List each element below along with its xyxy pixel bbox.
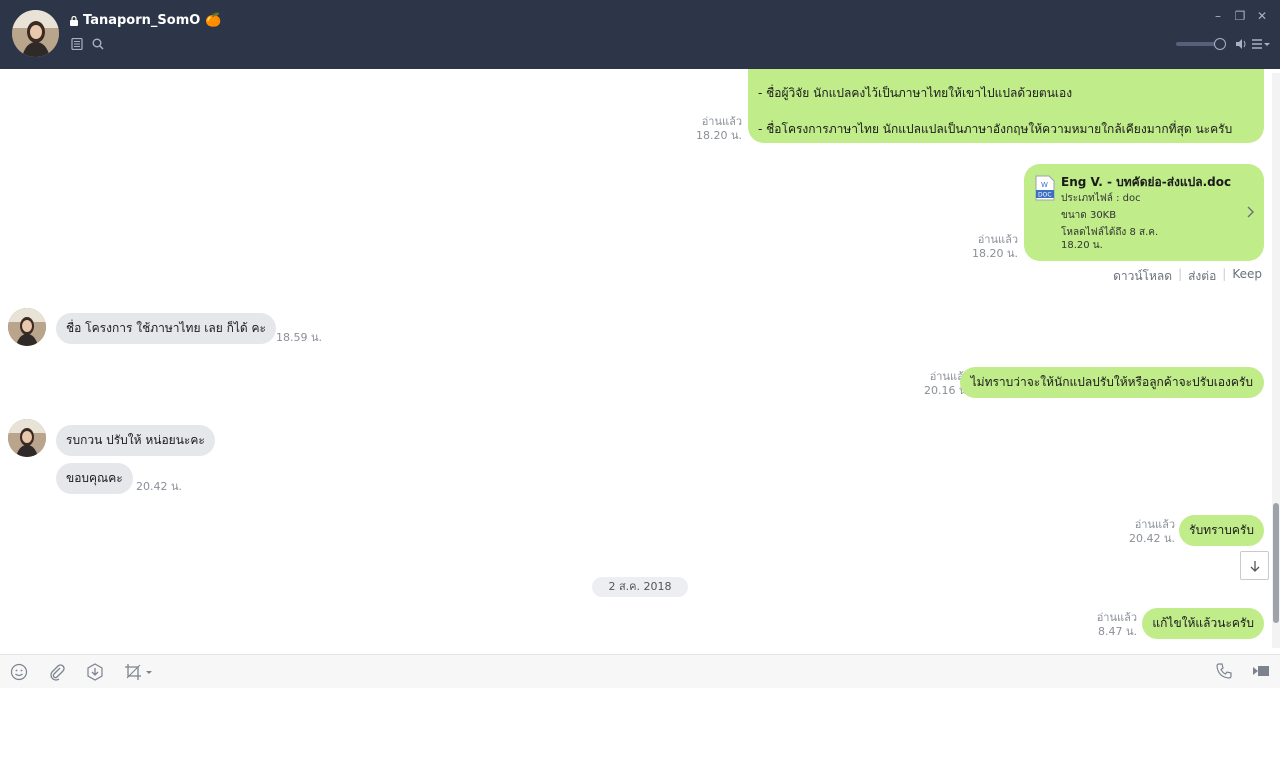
- speaker-icon[interactable]: [1235, 38, 1247, 50]
- message-text: - ชื่อโครงการภาษาไทย นักแปลแปลเป็นภาษาอั…: [758, 122, 1233, 136]
- message-bubble[interactable]: รบกวน ปรับให้ หน่อยนะคะ: [56, 425, 215, 456]
- date-divider: 2 ส.ค. 2018: [592, 577, 688, 597]
- screenshot-icon[interactable]: [124, 663, 152, 681]
- message-text: ขอบคุณคะ: [66, 471, 123, 485]
- file-type: ประเภทไฟล์ : doc: [1061, 193, 1141, 204]
- contact-avatar[interactable]: [12, 10, 59, 57]
- contact-avatar-small[interactable]: [8, 308, 46, 346]
- message-bubble[interactable]: รับทราบครับ: [1179, 515, 1264, 546]
- lock-icon: [70, 15, 78, 26]
- read-status: อ่านแล้ว: [701, 115, 742, 128]
- message-text: แก้ไขให้แล้วนะครับ: [1152, 616, 1254, 630]
- call-icon[interactable]: [1216, 663, 1232, 679]
- menu-icon[interactable]: [1252, 38, 1270, 50]
- video-call-icon[interactable]: [1252, 663, 1270, 679]
- message-text: รับทราบครับ: [1189, 523, 1254, 537]
- restore-icon[interactable]: ❐: [1234, 10, 1246, 22]
- message-bubble[interactable]: ขอบคุณคะ: [56, 463, 133, 494]
- keep-icon[interactable]: [86, 663, 104, 681]
- message-time: 20.42 น.: [136, 480, 183, 493]
- scrollbar[interactable]: [1272, 73, 1280, 648]
- close-icon[interactable]: ✕: [1256, 10, 1268, 22]
- doc-label: DOC: [1038, 192, 1052, 199]
- contact-avatar-small[interactable]: [8, 419, 46, 457]
- divider: |: [1178, 267, 1183, 281]
- message-input[interactable]: [0, 688, 1280, 760]
- message-text: ชื่อ โครงการ ใช้ภาษาไทย เลย ก็ได้ คะ: [66, 321, 266, 335]
- message-text: รบกวน ปรับให้ หน่อยนะคะ: [66, 433, 205, 447]
- arrow-down-icon: [1250, 560, 1259, 572]
- message-bubble[interactable]: แก้ไขให้แล้วนะครับ: [1142, 608, 1264, 639]
- message-time: 18.59 น.: [276, 331, 323, 344]
- chat-area: อ่านแล้ว 18.20 น. - ชื่อผู้วิจัย นักแปลค…: [0, 69, 1280, 654]
- message-bubble[interactable]: - ชื่อผู้วิจัย นักแปลคงไว้เป็นภาษาไทยให้…: [748, 69, 1264, 143]
- notes-icon[interactable]: [71, 38, 83, 50]
- chat-header: Tanaporn_SomO 🍊 – ❐ ✕: [0, 0, 1280, 69]
- file-message[interactable]: W DOC Eng V. - บทคัดย่อ-ส่งแปล.doc ประเภ…: [1024, 164, 1264, 261]
- minimize-icon[interactable]: –: [1212, 10, 1224, 22]
- title-emoji: 🍊: [205, 13, 222, 28]
- message-time: 20.42 น.: [1128, 532, 1175, 545]
- message-text: ไม่ทราบว่าจะให้นักแปลปรับให้หรือลูกค้าจะ…: [970, 375, 1253, 389]
- download-link[interactable]: ดาวน์โหลด: [1113, 267, 1172, 286]
- message-time: 18.20 น.: [971, 247, 1018, 260]
- scrollbar-thumb[interactable]: [1273, 503, 1279, 623]
- volume-knob[interactable]: [1214, 38, 1226, 50]
- attach-icon[interactable]: [48, 663, 66, 681]
- volume-slider[interactable]: [1176, 38, 1226, 50]
- scroll-to-bottom-button[interactable]: [1240, 551, 1269, 580]
- message-text: - ชื่อผู้วิจัย นักแปลคงไว้เป็นภาษาไทยให้…: [758, 86, 1073, 100]
- divider: |: [1222, 267, 1227, 281]
- forward-link[interactable]: ส่งต่อ: [1188, 267, 1216, 286]
- input-toolbar: [0, 654, 1280, 689]
- search-icon[interactable]: [92, 38, 104, 50]
- read-status: อ่านแล้ว: [1134, 518, 1175, 531]
- message-bubble[interactable]: ไม่ทราบว่าจะให้นักแปลปรับให้หรือลูกค้าจะ…: [959, 367, 1264, 398]
- file-expiry-time: 18.20 น.: [1061, 240, 1103, 251]
- file-size: ขนาด 30KB: [1061, 210, 1117, 221]
- doc-file-icon: W DOC: [1035, 175, 1055, 201]
- chevron-right-icon[interactable]: [1247, 206, 1254, 218]
- message-time: 18.20 น.: [695, 129, 742, 142]
- read-status: อ่านแล้ว: [977, 233, 1018, 246]
- read-status: อ่านแล้ว: [1096, 611, 1137, 624]
- message-time: 8.47 น.: [1097, 625, 1137, 638]
- svg-text:W: W: [1041, 181, 1048, 189]
- file-name: Eng V. - บทคัดย่อ-ส่งแปล.doc: [1061, 175, 1232, 189]
- contact-name[interactable]: Tanaporn_SomO: [83, 13, 200, 28]
- message-bubble[interactable]: ชื่อ โครงการ ใช้ภาษาไทย เลย ก็ได้ คะ: [56, 313, 276, 344]
- keep-link[interactable]: Keep: [1232, 267, 1262, 286]
- emoji-icon[interactable]: [10, 663, 28, 681]
